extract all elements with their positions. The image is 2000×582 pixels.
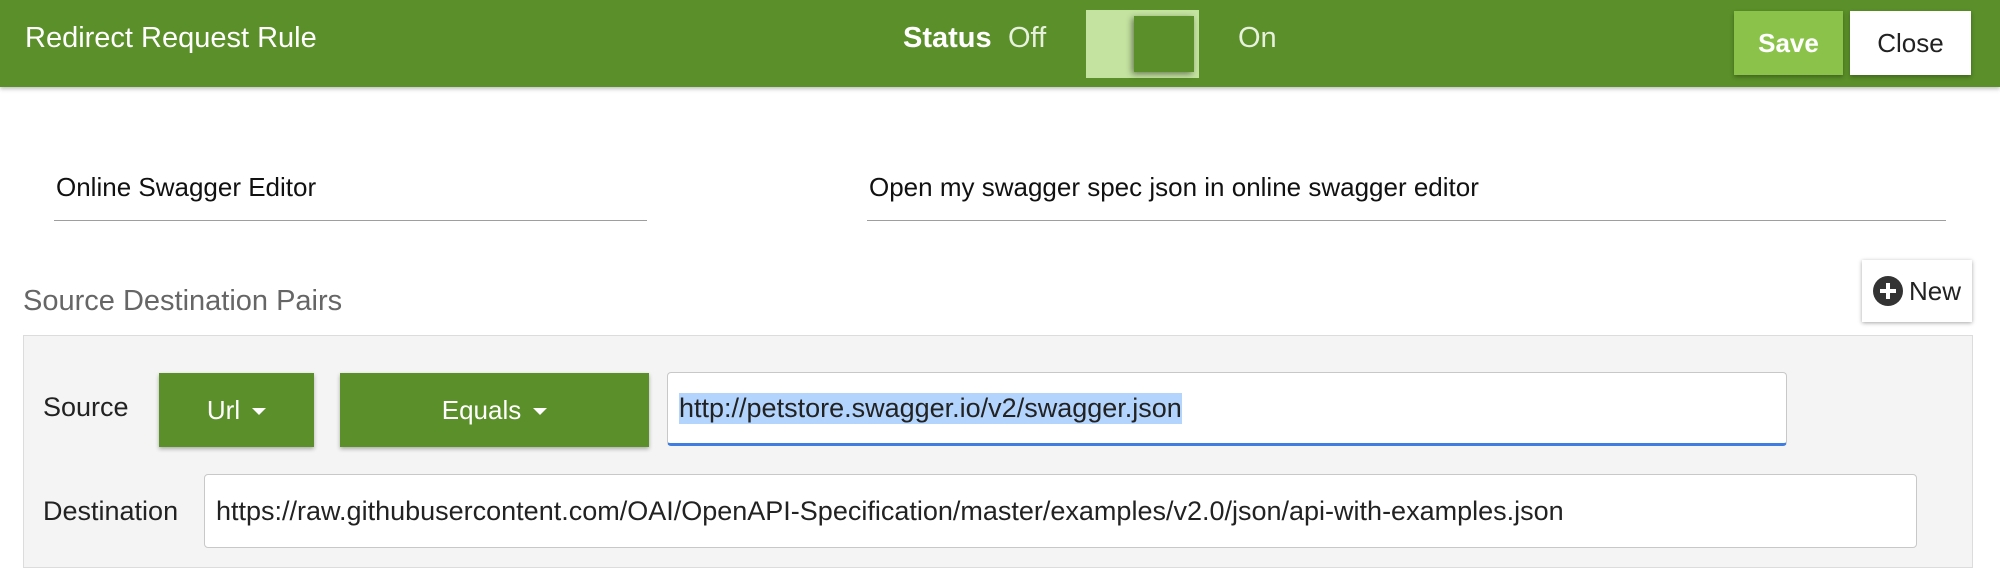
save-button[interactable]: Save xyxy=(1734,11,1843,75)
destination-url-input[interactable]: https://raw.githubusercontent.com/OAI/Op… xyxy=(204,474,1917,548)
caret-down-icon xyxy=(533,407,548,415)
status-off-label: Off xyxy=(1008,22,1047,54)
status-toggle[interactable] xyxy=(1086,10,1199,78)
plus-circle-icon xyxy=(1872,276,1903,306)
source-key-label: Url xyxy=(206,394,241,425)
status-label: Status xyxy=(903,22,992,54)
new-pair-button[interactable]: New xyxy=(1862,260,1972,322)
section-title: Source Destination Pairs xyxy=(23,285,343,317)
source-url-value: http://petstore.swagger.io/v2/swagger.js… xyxy=(679,392,1182,424)
status-on-label: On xyxy=(1238,22,1277,54)
close-button[interactable]: Close xyxy=(1850,11,1971,75)
source-url-input[interactable]: http://petstore.swagger.io/v2/swagger.js… xyxy=(667,372,1787,446)
operator-label: Equals xyxy=(441,394,522,425)
page-title: Redirect Request Rule xyxy=(25,22,317,54)
source-key-dropdown[interactable]: Url xyxy=(159,373,314,447)
destination-label: Destination xyxy=(43,496,179,526)
top-bar: Redirect Request Rule Status Off On Save… xyxy=(0,0,2000,87)
source-label: Source xyxy=(43,392,129,422)
destination-url-value: https://raw.githubusercontent.com/OAI/Op… xyxy=(216,495,1564,526)
new-button-label: New xyxy=(1908,275,1961,306)
operator-dropdown[interactable]: Equals xyxy=(340,373,649,447)
rule-name-field[interactable] xyxy=(54,155,647,221)
rule-description-field[interactable] xyxy=(867,155,1946,221)
toggle-knob[interactable] xyxy=(1134,16,1194,72)
caret-down-icon xyxy=(252,407,267,415)
